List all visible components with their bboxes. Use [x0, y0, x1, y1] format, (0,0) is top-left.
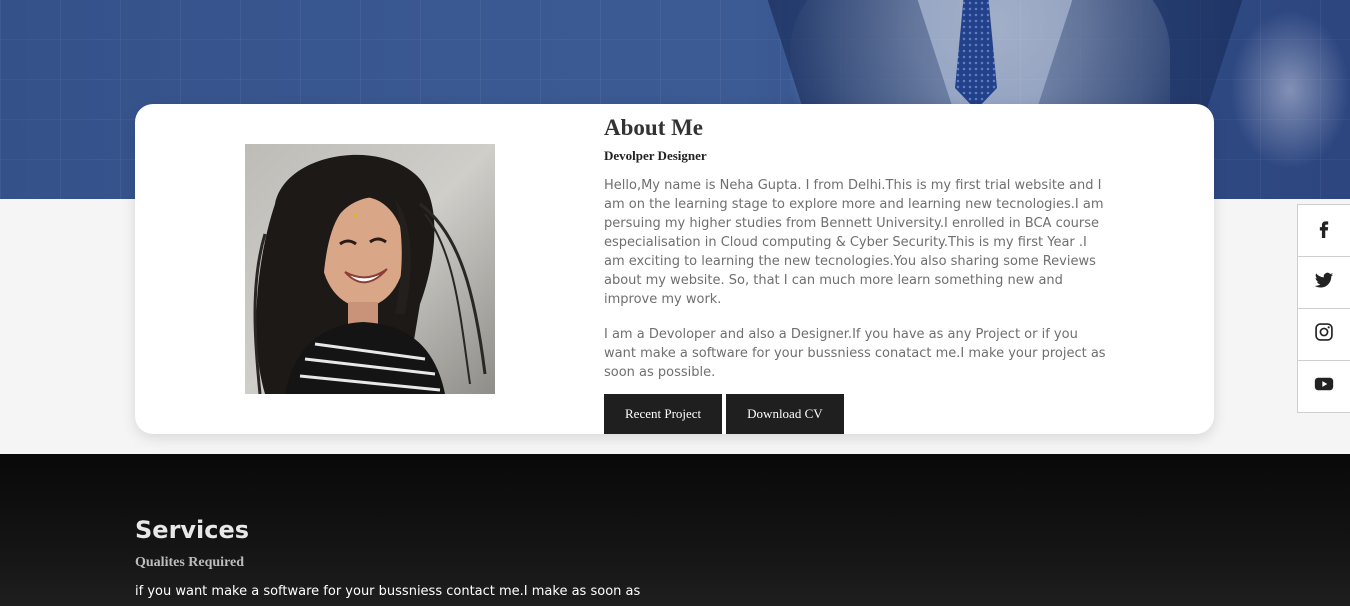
- about-paragraph-2: I am a Devoloper and also a Designer.If …: [604, 327, 1106, 380]
- about-card: About Me Devolper Designer Hello,My name…: [135, 104, 1214, 434]
- services-section: Services Qualites Required if you want m…: [0, 454, 1350, 606]
- services-subtitle: Qualites Required: [135, 555, 245, 570]
- about-paragraph-1: Hello,My name is Neha Gupta. I from Delh…: [604, 178, 1104, 307]
- services-text: if you want make a software for your bus…: [135, 584, 641, 599]
- facebook-icon: [1314, 218, 1334, 243]
- profile-photo: [245, 144, 495, 394]
- twitter-icon: [1314, 270, 1334, 295]
- recent-project-button[interactable]: Recent Project: [604, 394, 723, 434]
- instagram-icon: [1314, 322, 1334, 347]
- social-sidebar: [1297, 204, 1350, 413]
- about-text-block: About Me Devolper Designer Hello,My name…: [604, 116, 1109, 382]
- about-title: About Me: [604, 115, 704, 140]
- download-cv-button[interactable]: Download CV: [726, 394, 844, 434]
- youtube-icon: [1313, 374, 1335, 399]
- facebook-link[interactable]: [1298, 205, 1350, 257]
- twitter-link[interactable]: [1298, 257, 1350, 309]
- instagram-link[interactable]: [1298, 309, 1350, 361]
- youtube-link[interactable]: [1298, 361, 1350, 412]
- page: About Me Devolper Designer Hello,My name…: [0, 0, 1350, 606]
- services-title: Services: [135, 516, 250, 544]
- about-subtitle: Devolper Designer: [604, 148, 707, 163]
- about-buttons: Recent Project Download CV: [604, 394, 844, 434]
